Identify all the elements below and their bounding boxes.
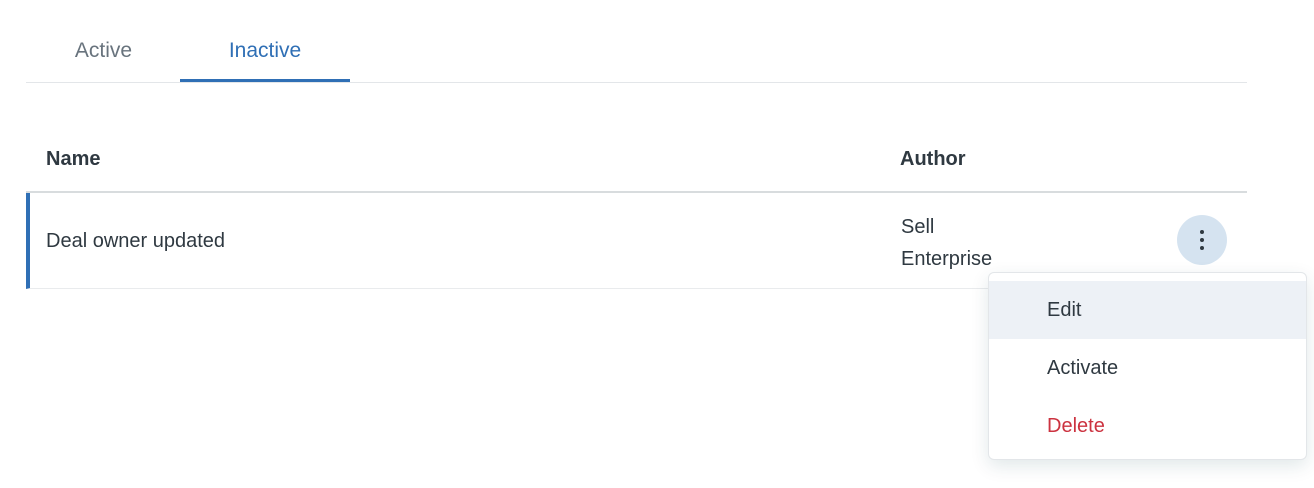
row-actions-menu: Edit Activate Delete	[988, 272, 1307, 460]
kebab-vertical-icon	[1200, 228, 1204, 252]
tab-active[interactable]: Active	[26, 0, 181, 82]
menu-item-activate[interactable]: Activate	[989, 339, 1306, 397]
tab-inactive[interactable]: Inactive	[180, 0, 350, 82]
column-header-name: Name	[46, 148, 101, 170]
triggers-page: Active Inactive Name Author Deal owner u…	[0, 0, 1314, 488]
menu-item-delete[interactable]: Delete	[989, 397, 1306, 455]
row-author: Sell Enterprise	[901, 211, 992, 275]
row-name: Deal owner updated	[46, 230, 226, 252]
row-author-line2: Enterprise	[901, 248, 993, 270]
menu-item-edit[interactable]: Edit	[989, 281, 1306, 339]
table-header: Name Author	[26, 126, 1247, 193]
row-actions-button[interactable]	[1177, 215, 1227, 265]
column-header-author: Author	[900, 148, 966, 170]
row-author-line1: Sell	[901, 216, 935, 238]
tab-bar: Active Inactive	[26, 0, 1247, 83]
